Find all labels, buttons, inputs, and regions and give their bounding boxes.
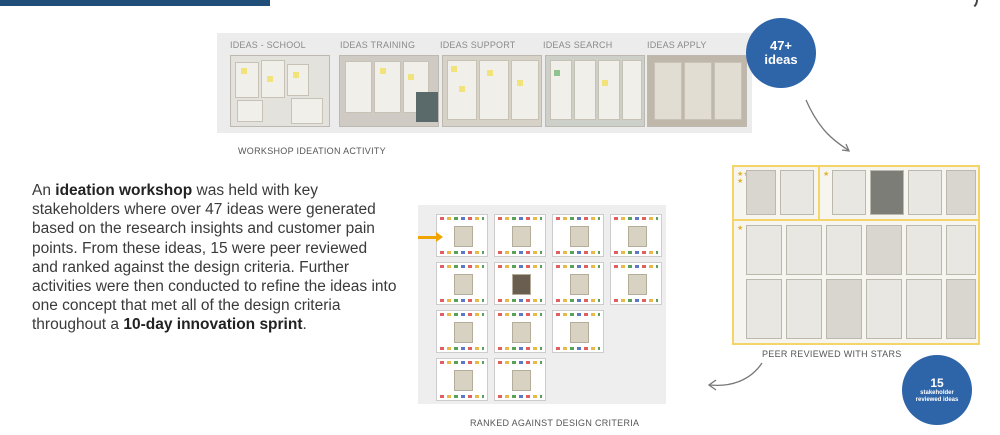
workshop-photo-search [545, 55, 645, 127]
ranked-idea-card [436, 262, 488, 305]
ws-label-training: IDEAS TRAINING [340, 40, 416, 50]
workshop-photo-apply [647, 55, 747, 127]
para-text-2: was held with key stakeholders where ove… [32, 182, 397, 334]
ideas-count-label: ideas [764, 52, 798, 67]
ranked-idea-card [610, 262, 662, 305]
ranked-idea-card [552, 214, 604, 257]
ranked-pointer-arrow-icon [418, 232, 443, 242]
reviewed-count-label-2: reviewed ideas [915, 396, 959, 403]
workshop-photo-school [230, 55, 330, 127]
ranked-idea-card [494, 358, 546, 401]
ranked-idea-card [494, 262, 546, 305]
reviewed-count-number: 15 [930, 375, 944, 390]
star-icon: ★ [737, 225, 744, 232]
peer-caption: PEER REVIEWED WITH STARS [762, 349, 902, 359]
ranked-idea-card [494, 214, 546, 257]
arrow-to-peer-icon [805, 99, 851, 152]
ws-label-apply: IDEAS APPLY [647, 40, 707, 50]
ranked-idea-card [610, 214, 662, 257]
ranked-idea-card [436, 214, 488, 257]
header-bar [0, 0, 270, 6]
ranked-idea-card [552, 310, 604, 353]
reviewed-count-label-1: stakeholder [920, 390, 954, 396]
peer-review-grid: ★★ ★ ★ ★ [732, 165, 980, 345]
para-bold-sprint: 10-day innovation sprint [123, 316, 303, 334]
para-bold-workshop: ideation workshop [55, 182, 193, 199]
ranked-caption: RANKED AGAINST DESIGN CRITERIA [470, 418, 640, 428]
para-text-3: . [302, 316, 307, 334]
ws-label-school: IDEAS - SCHOOL [230, 40, 306, 50]
workshop-photo-support [442, 55, 542, 127]
ideas-count-number: 47+ [769, 37, 793, 53]
workshop-photo-strip: IDEAS - SCHOOL IDEAS TRAINING IDEAS SUPP… [217, 33, 752, 133]
ws-label-search: IDEAS SEARCH [543, 40, 613, 50]
brand-logo-arc [958, 0, 978, 10]
para-text-1: An [32, 182, 56, 199]
ranked-idea-card [494, 310, 546, 353]
workshop-caption: WORKSHOP IDEATION ACTIVITY [238, 146, 386, 156]
reviewed-count-bubble: 15 stakeholder reviewed ideas [902, 355, 972, 425]
ranked-idea-card [436, 310, 488, 353]
ranked-idea-card [436, 358, 488, 401]
workshop-photo-training [339, 55, 439, 127]
description-paragraph: An ideation workshop was held with key s… [32, 181, 397, 335]
ranked-board [418, 205, 666, 404]
ranked-idea-card [552, 262, 604, 305]
arrow-to-ranked-icon [707, 362, 763, 391]
ideas-count-bubble: 47+ ideas [746, 18, 816, 88]
ws-label-support: IDEAS SUPPORT [440, 40, 516, 50]
star-icon: ★ [823, 171, 830, 178]
